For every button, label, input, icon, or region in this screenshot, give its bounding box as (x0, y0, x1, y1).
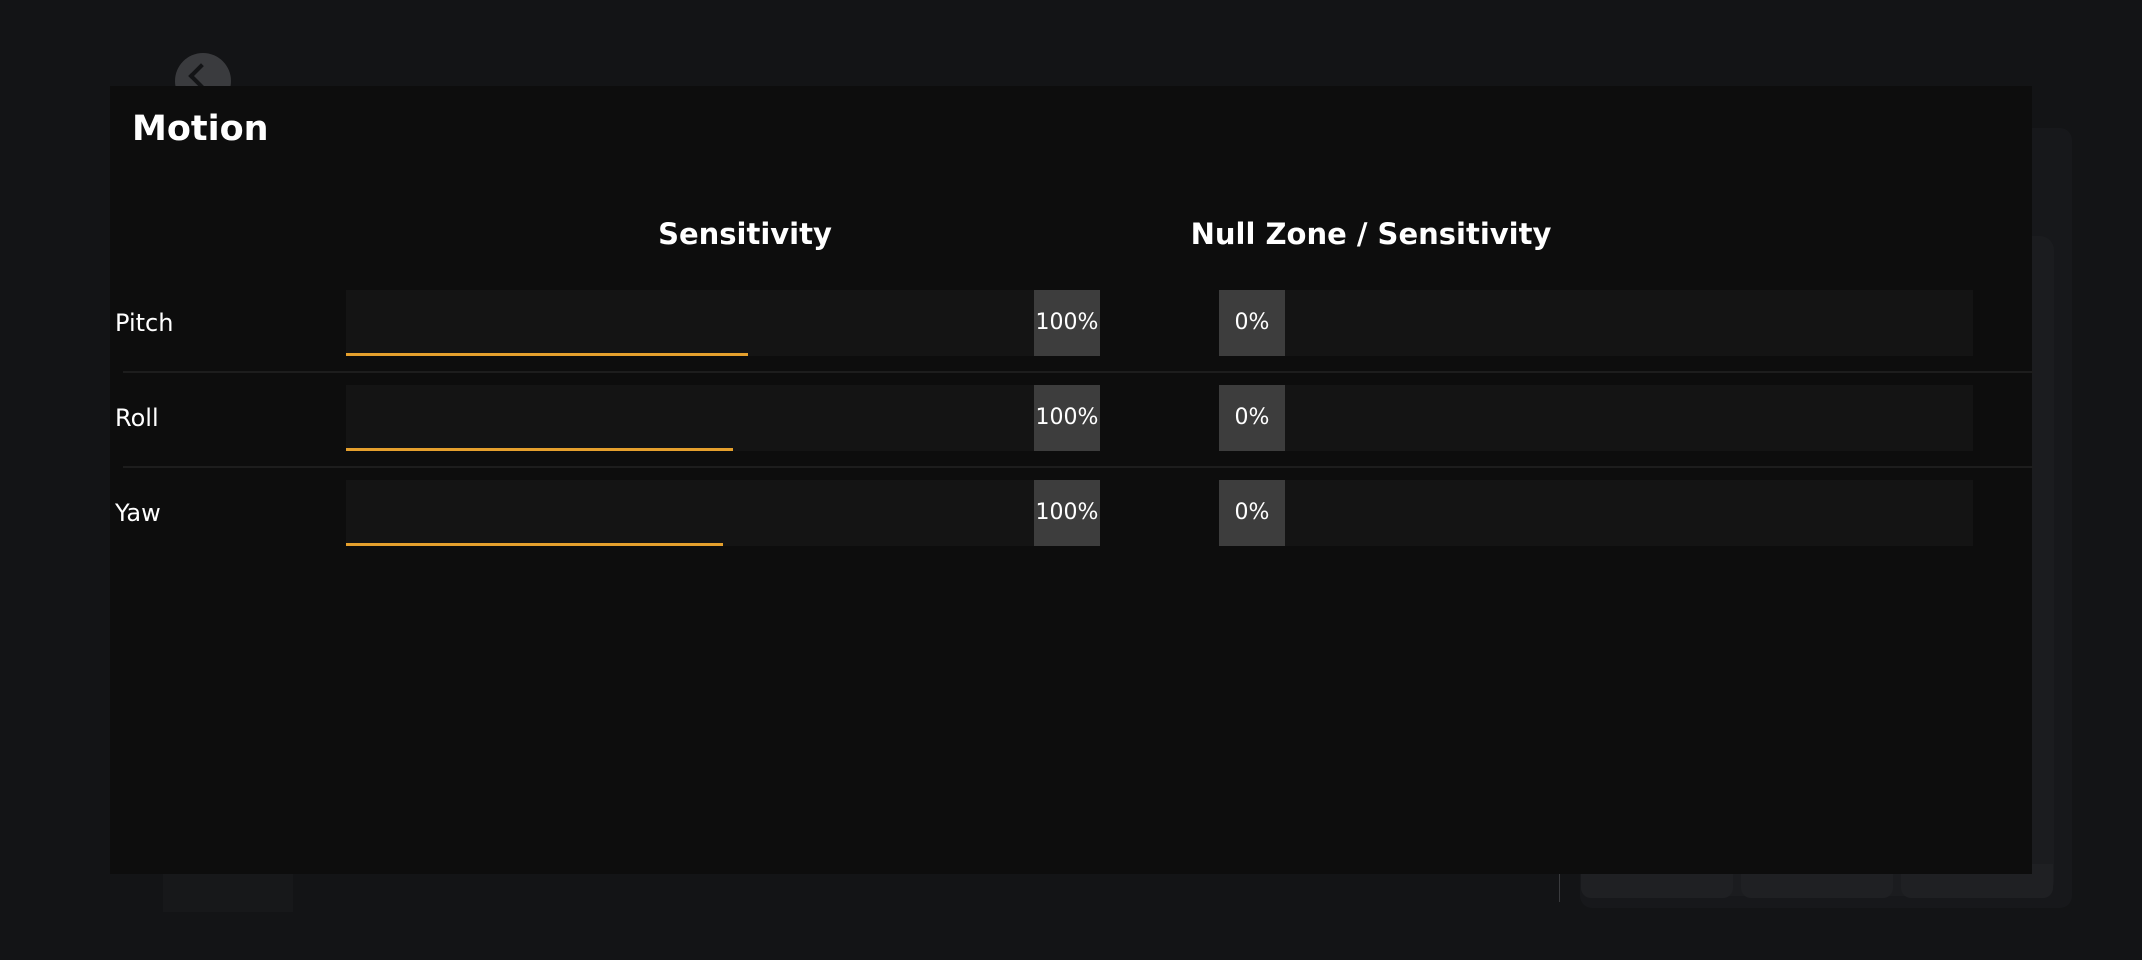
sensitivity-fill (346, 543, 724, 546)
sensitivity-fill (346, 448, 733, 451)
sensitivity-value[interactable]: 100% (1034, 385, 1100, 451)
row-label: Yaw (115, 499, 161, 527)
sensitivity-value[interactable]: 100% (1034, 290, 1100, 356)
row-divider (123, 466, 2033, 468)
null-zone-slider[interactable] (1285, 480, 1973, 546)
motion-row-roll: Roll 100% 0% (110, 385, 2033, 480)
motion-row-pitch: Pitch 100% 0% (110, 290, 2033, 385)
null-zone-value[interactable]: 0% (1219, 290, 1285, 356)
null-zone-value[interactable]: 0% (1219, 480, 1285, 546)
null-zone-value[interactable]: 0% (1219, 385, 1285, 451)
null-zone-column-header: Null Zone / Sensitivity (1190, 217, 1552, 251)
null-zone-slider[interactable] (1285, 290, 1973, 356)
page: Motion Sensitivity Null Zone / Sensitivi… (0, 0, 2142, 960)
sensitivity-slider[interactable] (346, 385, 1034, 451)
row-label: Roll (115, 404, 159, 432)
background-strip (163, 872, 293, 912)
motion-row-yaw: Yaw 100% 0% (110, 480, 2032, 575)
null-zone-slider[interactable] (1285, 385, 1973, 451)
sensitivity-value[interactable]: 100% (1034, 480, 1100, 546)
row-divider (123, 371, 2033, 373)
sensitivity-fill (346, 353, 749, 356)
row-label: Pitch (115, 309, 174, 337)
sensitivity-column-header: Sensitivity (658, 217, 832, 251)
sensitivity-slider[interactable] (346, 480, 1034, 546)
dialog-title: Motion (132, 109, 269, 149)
background-separator (1559, 872, 1560, 902)
sensitivity-slider[interactable] (346, 290, 1034, 356)
motion-dialog: Motion Sensitivity Null Zone / Sensitivi… (110, 86, 2033, 874)
